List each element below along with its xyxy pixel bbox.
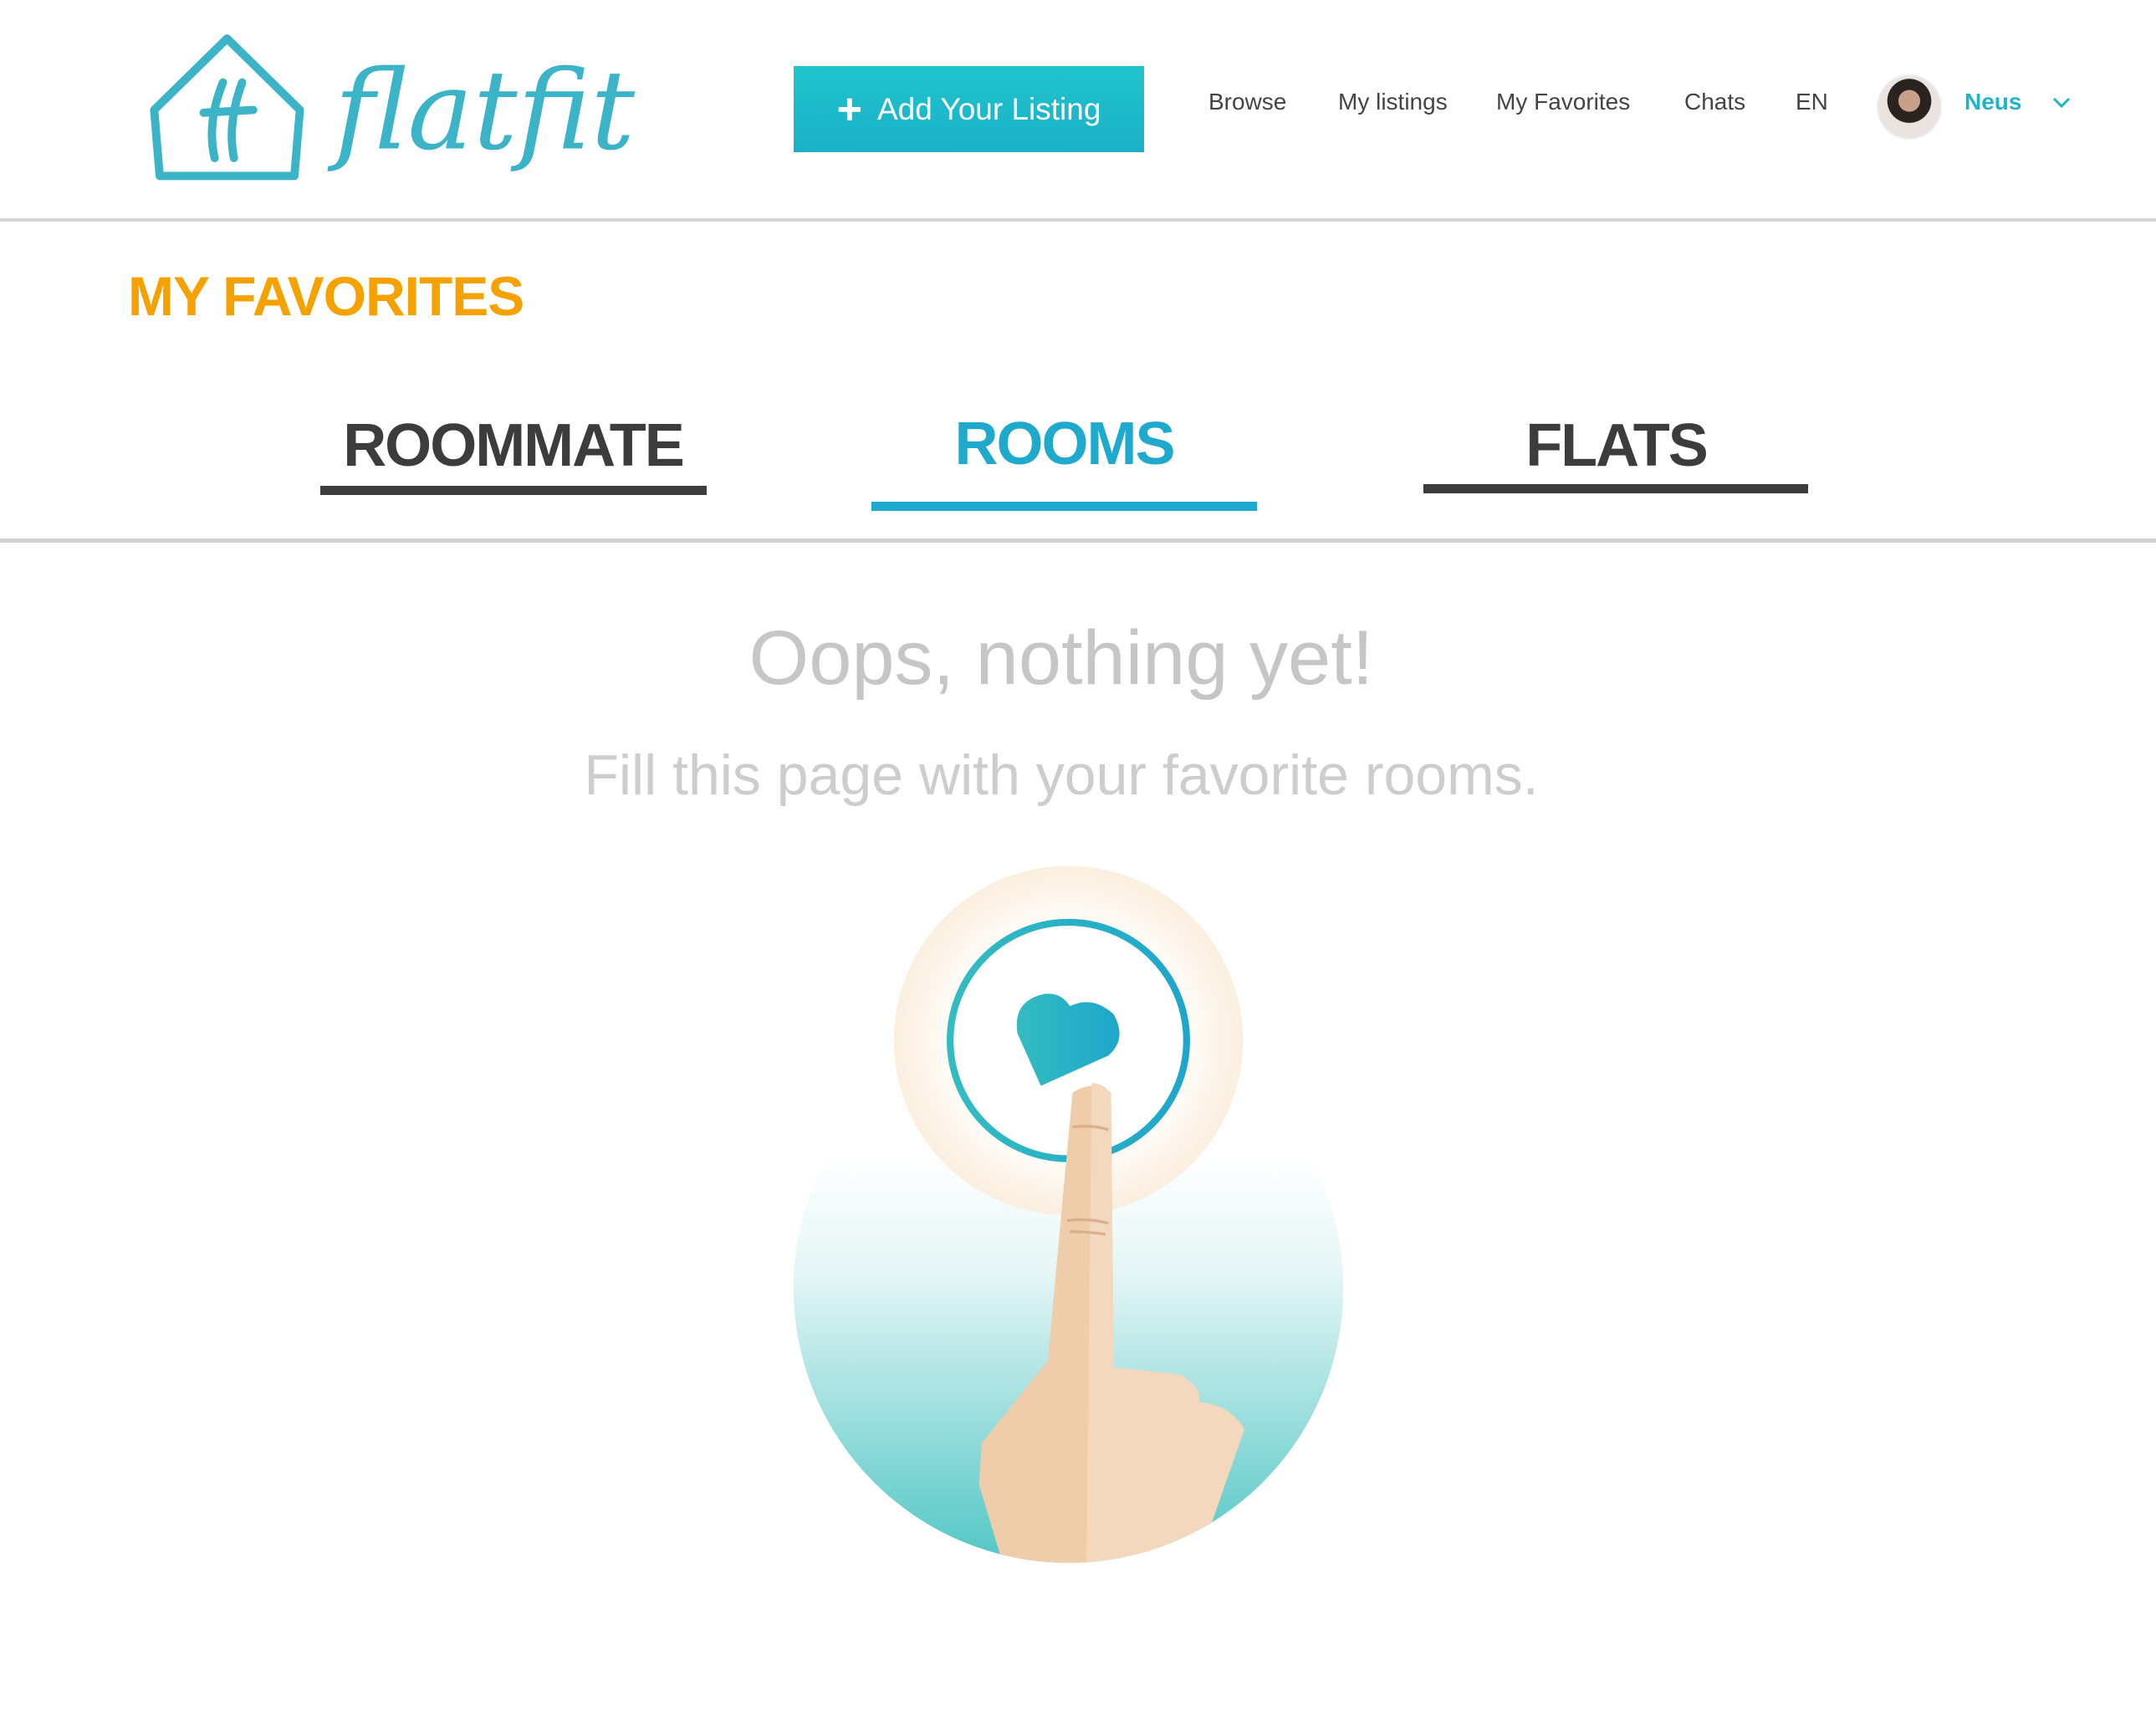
page-title: MY FAVORITES <box>128 265 524 327</box>
tab-rooms-underline <box>871 502 1257 511</box>
nav-browse[interactable]: Browse <box>1208 89 1286 115</box>
empty-state-illustration: flatfit <box>150 34 1344 1564</box>
tab-flats[interactable]: FLATS <box>1423 411 1809 480</box>
tab-rooms[interactable]: ROOMS <box>871 410 1257 478</box>
plus-icon: + <box>836 84 862 134</box>
empty-state-title: Oops, nothing yet! <box>748 615 1374 701</box>
logo[interactable] <box>147 34 557 185</box>
tab-roommate-underline <box>320 486 707 495</box>
header-divider <box>0 218 2156 222</box>
heart-icon <box>1016 993 1120 1086</box>
nav-my-listings[interactable]: My listings <box>1338 89 1448 115</box>
nav-my-favorites[interactable]: My Favorites <box>1496 89 1630 115</box>
add-listing-label: Add Your Listing <box>876 91 1101 126</box>
tabs-divider <box>0 538 2156 543</box>
user-name[interactable]: Neus <box>1964 89 2021 115</box>
language-selector[interactable]: EN <box>1796 89 1828 115</box>
tab-flats-underline <box>1423 484 1808 493</box>
tab-roommate[interactable]: ROOMMATE <box>320 411 706 480</box>
chevron-down-icon[interactable] <box>2051 92 2072 114</box>
nav-chats[interactable]: Chats <box>1684 89 1745 115</box>
add-listing-button[interactable]: + Add Your Listing <box>794 66 1144 152</box>
empty-state-subtitle: Fill this page with your favorite rooms. <box>584 743 1539 807</box>
avatar[interactable] <box>1877 74 1942 140</box>
